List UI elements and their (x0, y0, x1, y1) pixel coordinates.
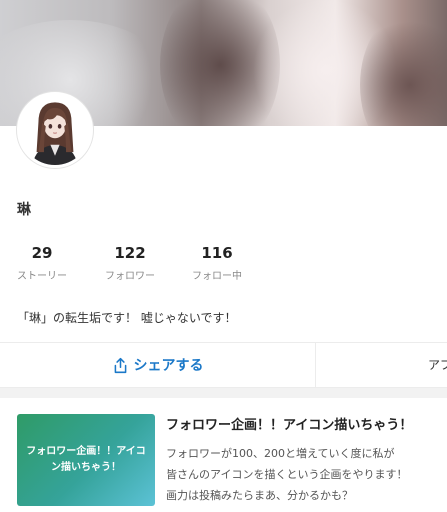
share-button[interactable]: シェアする (0, 343, 315, 387)
avatar[interactable] (17, 92, 93, 168)
stat-stories[interactable]: 29 ストーリー (2, 243, 82, 284)
stat-label: フォロワー (105, 271, 155, 282)
stat-value: 122 (114, 244, 146, 262)
post-body-line: 皆さんのアイコンを描くという企画をやります！ (166, 468, 408, 481)
post-body: フォロワーが100、200と増えていく度に私が 皆さんのアイコンを描くという企画… (166, 443, 447, 506)
share-icon (114, 357, 126, 373)
section-gap (0, 388, 447, 398)
stat-label: フォロー中 (192, 271, 242, 282)
stat-value: 29 (31, 244, 53, 262)
stat-label: ストーリー (17, 271, 67, 282)
post-item[interactable]: フォロワー企画！！アイコン描いちゃう！ フォロワー企画！！アイコン描いちゃう！ … (0, 398, 447, 512)
post-body-line: 画力は投稿みたらまあ、分かるかも？ (166, 489, 353, 502)
stat-following[interactable]: 116 フォロー中 (177, 243, 257, 284)
stat-value: 116 (201, 244, 233, 262)
username: 琳 (17, 202, 31, 218)
app-button[interactable]: アプ (428, 343, 447, 387)
post-thumbnail-text: フォロワー企画！！アイコン描いちゃう！ (26, 446, 146, 473)
profile-bio: 「琳」の転生垢です！ 嘘じゃないです！ (17, 311, 237, 325)
share-button-label: シェアする (133, 358, 204, 374)
post-thumbnail[interactable]: フォロワー企画！！アイコン描いちゃう！ (17, 414, 155, 506)
post-title[interactable]: フォロワー企画！！アイコン描いちゃう！ (166, 414, 447, 433)
divider (315, 343, 316, 387)
stats-row: 29 ストーリー 122 フォロワー 116 フォロー中 (0, 243, 447, 293)
post-body-line: フォロワーが100、200と増えていく度に私が (166, 447, 395, 460)
avatar-illustration (20, 95, 90, 165)
stat-followers[interactable]: 122 フォロワー (90, 243, 170, 284)
action-bar: シェアする アプ (0, 342, 447, 388)
